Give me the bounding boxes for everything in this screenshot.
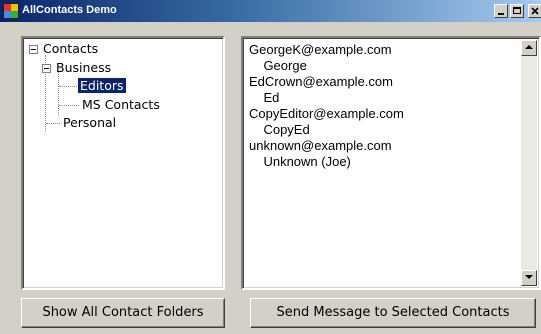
contact-email: unknown@example.com xyxy=(249,138,392,153)
tree-item-ms-contacts[interactable]: MS Contacts xyxy=(82,97,160,113)
tree-item-business[interactable]: Business xyxy=(56,60,111,76)
tree-connector xyxy=(59,86,79,87)
contact-email: EdCrown@example.com xyxy=(249,74,393,89)
contacts-text: GeorgeK@example.com George EdCrown@examp… xyxy=(249,42,517,170)
close-icon xyxy=(531,7,539,15)
contact-email: GeorgeK@example.com xyxy=(249,42,392,57)
tree-item-label: Business xyxy=(56,60,112,75)
tree-connector xyxy=(59,105,79,106)
tree-item-contacts[interactable]: Contacts xyxy=(43,41,98,57)
tree-item-label: MS Contacts xyxy=(82,97,160,112)
scroll-up-button[interactable] xyxy=(521,40,537,56)
arrow-down-icon xyxy=(525,275,533,279)
minimize-button[interactable] xyxy=(494,4,508,18)
tree-item-personal[interactable]: Personal xyxy=(63,115,116,131)
contact-email: CopyEditor@example.com xyxy=(249,106,404,121)
minimize-icon xyxy=(498,13,504,15)
contact-name: George xyxy=(249,58,307,73)
vertical-scrollbar[interactable] xyxy=(521,40,537,286)
scroll-down-button[interactable] xyxy=(521,270,537,286)
app-icon xyxy=(3,3,19,19)
collapse-toggle-contacts[interactable] xyxy=(29,45,38,54)
show-all-contact-folders-button[interactable]: Show All Contact Folders xyxy=(21,298,225,328)
tree-connector xyxy=(58,72,59,115)
contact-folder-tree[interactable]: Contacts Business Editors MS Contacts Pe… xyxy=(21,36,225,290)
tree-item-label: Editors xyxy=(78,78,126,93)
contact-name: Ed xyxy=(249,90,280,105)
contacts-textbox[interactable]: GeorgeK@example.com George EdCrown@examp… xyxy=(241,36,541,290)
send-message-button[interactable]: Send Message to Selected Contacts xyxy=(250,298,536,328)
tree-item-label: Contacts xyxy=(43,41,99,56)
contact-name: CopyEd xyxy=(249,122,310,137)
maximize-icon xyxy=(513,7,521,14)
contact-name: Unknown (Joe) xyxy=(249,154,351,169)
collapse-toggle-business[interactable] xyxy=(42,64,51,73)
close-button[interactable] xyxy=(528,4,541,18)
window-title: AllContacts Demo xyxy=(22,4,117,16)
tree-connector xyxy=(46,123,60,124)
window-titlebar[interactable]: AllContacts Demo xyxy=(0,0,541,22)
tree-item-editors[interactable]: Editors xyxy=(78,78,126,94)
arrow-up-icon xyxy=(525,45,533,49)
maximize-button[interactable] xyxy=(510,4,524,18)
tree-item-label: Personal xyxy=(63,115,117,130)
